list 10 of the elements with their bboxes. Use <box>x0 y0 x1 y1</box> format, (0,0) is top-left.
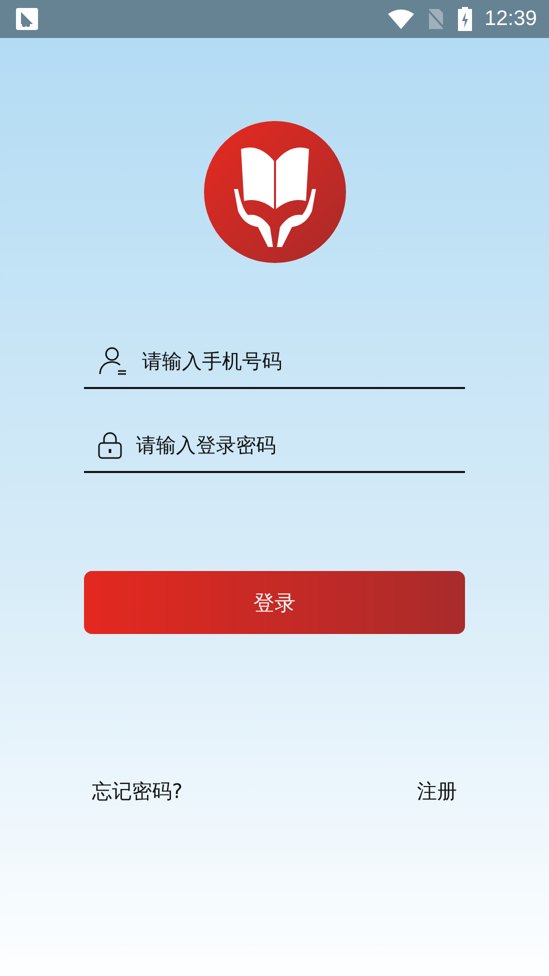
password-input-field[interactable]: 请输入登录密码 <box>136 433 416 457</box>
wifi-icon <box>388 9 414 29</box>
user-icon <box>98 346 128 376</box>
phone-input-field[interactable]: 请输入手机号码 <box>142 349 422 373</box>
clock-time: 12:39 <box>484 7 537 31</box>
register-link[interactable]: 注册 <box>417 778 457 805</box>
battery-charging-icon <box>458 7 472 31</box>
login-button[interactable]: 登录 <box>84 571 465 634</box>
lock-icon <box>98 431 122 459</box>
forgot-password-link[interactable]: 忘记密码? <box>92 778 183 805</box>
